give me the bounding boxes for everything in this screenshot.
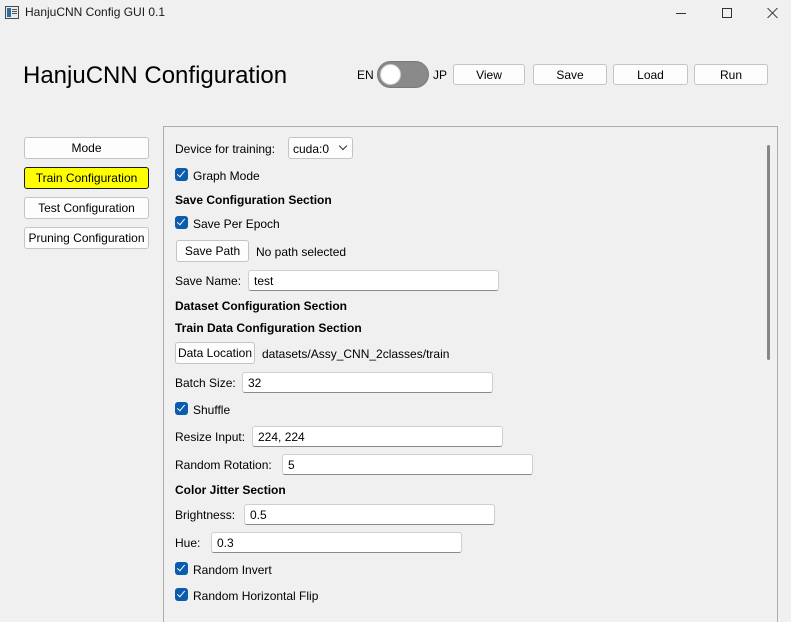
hue-label: Hue:	[175, 536, 201, 550]
random-invert-label: Random Invert	[193, 563, 272, 577]
device-label: Device for training:	[175, 142, 276, 156]
data-location-button[interactable]: Data Location	[175, 342, 255, 364]
chevron-down-icon	[338, 141, 348, 151]
device-select[interactable]: cuda:0	[288, 137, 353, 159]
hue-input[interactable]: 0.3	[211, 532, 462, 553]
graph-mode-checkbox[interactable]	[175, 168, 188, 181]
device-select-value: cuda:0	[293, 142, 330, 156]
maximize-button[interactable]	[704, 0, 750, 26]
save-button[interactable]: Save	[533, 64, 607, 85]
random-rotation-input[interactable]: 5	[282, 454, 533, 475]
language-label-en: EN	[357, 68, 374, 82]
graph-mode-label: Graph Mode	[193, 169, 260, 183]
sidebar-item-mode[interactable]: Mode	[24, 137, 149, 159]
sidebar-item-train-configuration[interactable]: Train Configuration	[24, 167, 149, 189]
run-button[interactable]: Run	[694, 64, 768, 85]
dataset-section-title: Dataset Configuration Section	[175, 299, 348, 313]
train-data-section-title: Train Data Configuration Section	[175, 321, 362, 335]
random-invert-checkbox[interactable]	[175, 562, 188, 575]
save-per-epoch-label: Save Per Epoch	[193, 217, 280, 231]
panel-scrollbar[interactable]	[767, 145, 770, 360]
sidebar-item-test-configuration[interactable]: Test Configuration	[24, 197, 149, 219]
random-horizontal-flip-label: Random Horizontal Flip	[193, 589, 319, 603]
toggle-knob	[380, 64, 401, 85]
shuffle-checkbox[interactable]	[175, 402, 188, 415]
close-icon	[767, 7, 779, 19]
brightness-label: Brightness:	[175, 508, 236, 522]
app-icon	[5, 6, 19, 19]
batch-size-label: Batch Size:	[175, 376, 236, 390]
page-title: HanjuCNN Configuration	[23, 62, 288, 89]
shuffle-label: Shuffle	[193, 403, 231, 417]
color-jitter-section-title: Color Jitter Section	[175, 483, 286, 497]
close-button[interactable]	[750, 0, 791, 26]
save-per-epoch-checkbox[interactable]	[175, 216, 188, 229]
minimize-icon	[676, 12, 686, 14]
maximize-icon	[722, 8, 732, 18]
data-location-value: datasets/Assy_CNN_2classes/train	[262, 347, 450, 361]
batch-size-input[interactable]: 32	[242, 372, 493, 393]
save-section-title: Save Configuration Section	[175, 193, 332, 207]
language-label-jp: JP	[433, 68, 448, 82]
resize-input-label: Resize Input:	[175, 430, 246, 444]
save-name-label: Save Name:	[175, 274, 242, 288]
minimize-button[interactable]	[658, 0, 704, 26]
window-title: HanjuCNN Config GUI 0.1	[25, 5, 166, 19]
save-path-button[interactable]: Save Path	[176, 240, 249, 262]
load-button[interactable]: Load	[613, 64, 688, 85]
view-button[interactable]: View	[453, 64, 525, 85]
random-rotation-label: Random Rotation:	[175, 458, 272, 472]
save-path-value: No path selected	[256, 245, 347, 259]
save-name-input[interactable]: test	[248, 270, 499, 291]
resize-input-field[interactable]: 224, 224	[252, 426, 503, 447]
brightness-input[interactable]: 0.5	[244, 504, 495, 525]
language-toggle[interactable]	[377, 61, 429, 88]
sidebar-item-pruning-configuration[interactable]: Pruning Configuration	[24, 227, 149, 249]
title-bar: HanjuCNN Config GUI 0.1	[0, 0, 791, 26]
random-horizontal-flip-checkbox[interactable]	[175, 588, 188, 601]
